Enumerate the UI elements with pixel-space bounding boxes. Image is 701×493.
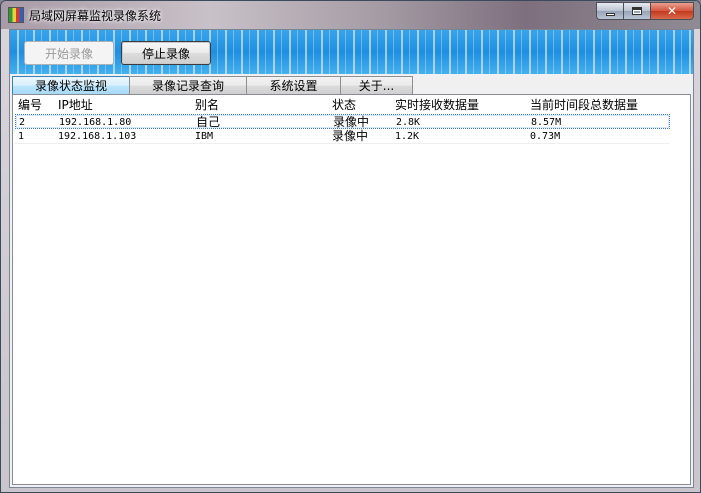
cell-realtime-data: 2.8K: [396, 117, 421, 128]
cell-alias: 自己: [196, 115, 221, 129]
start-recording-button[interactable]: 开始录像: [24, 41, 114, 65]
cell-realtime-data: 1.2K: [395, 131, 420, 142]
column-header-alias[interactable]: 别名: [195, 97, 219, 113]
tab-system-settings[interactable]: 系统设置: [246, 76, 341, 94]
cell-status: 录像中: [332, 129, 369, 143]
caption-buttons: ✕: [596, 2, 694, 20]
column-header-total-data[interactable]: 当前时间段总数据量: [530, 97, 638, 113]
cell-ip: 192.168.1.103: [58, 131, 137, 142]
table-row[interactable]: 1 192.168.1.103 IBM 录像中 1.2K 0.73M: [15, 129, 670, 144]
tab-record-query[interactable]: 录像记录查询: [129, 76, 247, 94]
column-header-realtime-data[interactable]: 实时接收数据量: [395, 97, 479, 113]
list-rows: 2 192.168.1.80 自己 录像中 2.8K 8.57M 1 192.1…: [15, 114, 670, 144]
title-bar[interactable]: 局域网屏幕监视录像系统 ✕: [1, 1, 700, 29]
table-row[interactable]: 2 192.168.1.80 自己 录像中 2.8K 8.57M: [15, 114, 670, 129]
window-title: 局域网屏幕监视录像系统: [29, 9, 162, 23]
minimize-button[interactable]: [596, 2, 623, 20]
column-header-id[interactable]: 编号: [18, 97, 42, 113]
close-icon: ✕: [666, 4, 678, 18]
app-icon[interactable]: [8, 7, 24, 23]
close-button[interactable]: ✕: [650, 2, 694, 20]
tab-strip: 录像状态监视 录像记录查询 系统设置 关于...: [12, 76, 413, 94]
client-area: 开始录像 停止录像 录像状态监视 录像记录查询 系统设置 关于... 编号 IP…: [9, 29, 694, 488]
list-header: 编号 IP地址 别名 状态 实时接收数据量 当前时间段总数据量: [15, 97, 670, 113]
cell-status: 录像中: [333, 115, 370, 129]
maximize-icon: [632, 7, 642, 15]
tab-status-monitor[interactable]: 录像状态监视: [12, 76, 130, 94]
cell-total-data: 0.73M: [530, 131, 561, 142]
toolbar-banner: 开始录像 停止录像: [10, 30, 693, 74]
column-header-ip[interactable]: IP地址: [58, 97, 93, 113]
tab-about[interactable]: 关于...: [340, 76, 413, 94]
maximize-button[interactable]: [623, 2, 650, 20]
cell-total-data: 8.57M: [531, 117, 562, 128]
cell-alias: IBM: [195, 131, 214, 142]
minimize-icon: [605, 12, 615, 16]
status-list[interactable]: 编号 IP地址 别名 状态 实时接收数据量 当前时间段总数据量 2 192.16…: [15, 97, 688, 482]
status-panel: 编号 IP地址 别名 状态 实时接收数据量 当前时间段总数据量 2 192.16…: [12, 94, 691, 485]
stop-recording-button[interactable]: 停止录像: [121, 41, 211, 65]
cell-id: 2: [19, 117, 26, 128]
column-header-status[interactable]: 状态: [332, 97, 356, 113]
cell-id: 1: [18, 131, 25, 142]
cell-ip: 192.168.1.80: [59, 117, 132, 128]
app-window: 局域网屏幕监视录像系统 ✕ 开始录像 停止录像 录像状态监视 录像记录查询 系统…: [0, 0, 701, 493]
